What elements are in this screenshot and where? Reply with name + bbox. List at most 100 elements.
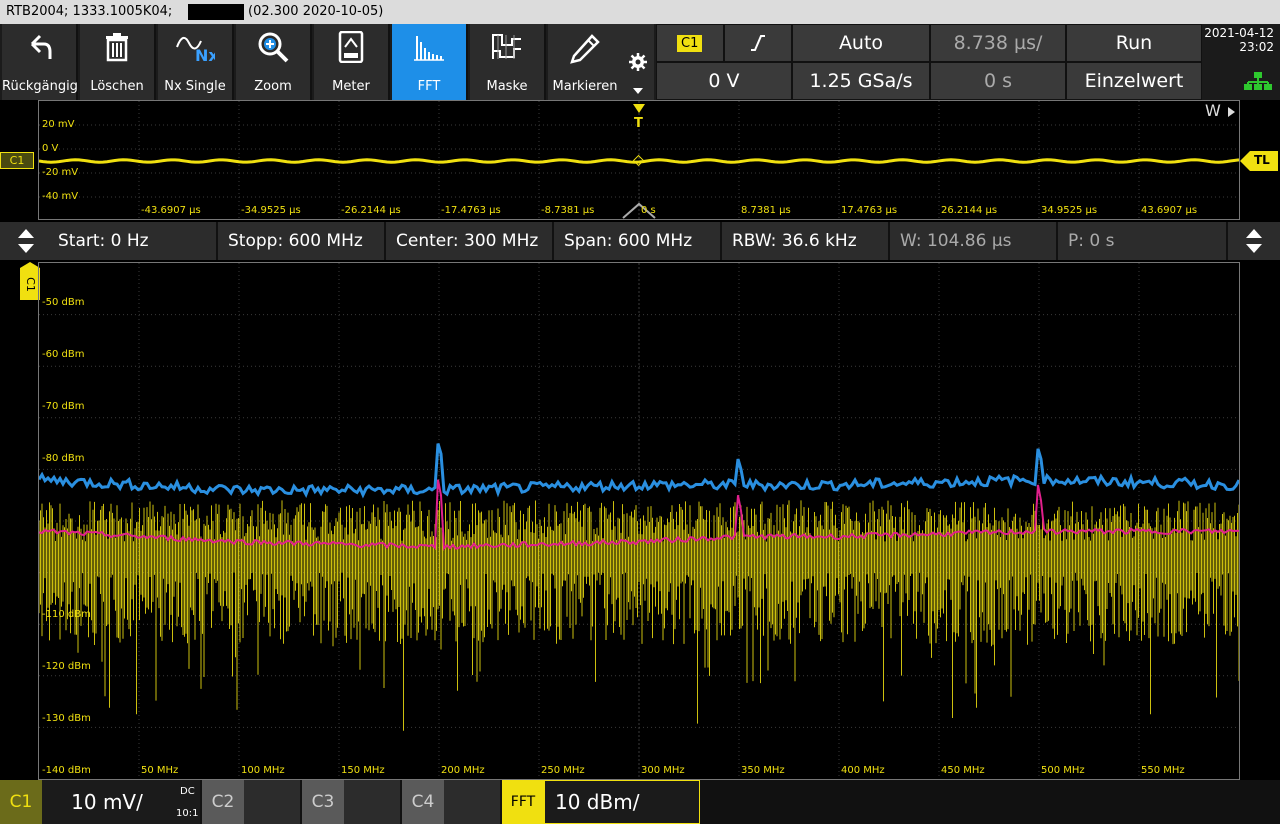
fft-spectrum-chart — [39, 263, 1239, 779]
waveform-overview[interactable]: 20 mV 0 V -20 mV -40 mV -43.6907 µs -34.… — [38, 100, 1240, 220]
zoom-label: Zoom — [254, 79, 292, 94]
channel-c3-tab[interactable]: C3 — [302, 780, 344, 824]
mask-label: Maske — [486, 79, 528, 94]
fft-scroll-right[interactable] — [1232, 222, 1280, 260]
run-state-cell[interactable]: Run — [1066, 24, 1202, 62]
c1-waveform — [39, 158, 1239, 164]
redacted-serial — [188, 4, 244, 20]
fft-y-label: -60 dBm — [42, 349, 85, 360]
wave-x-label: -17.4763 µs — [441, 205, 501, 216]
delete-label: Löschen — [90, 79, 144, 94]
settings-button[interactable] — [622, 24, 654, 100]
meter-button[interactable]: Meter — [314, 24, 390, 100]
channel-c1-coupling-box: DC 10:1 — [172, 780, 200, 824]
trigger-level-cell[interactable]: 0 V — [656, 62, 792, 100]
marker-label: Markieren — [552, 79, 618, 94]
date-time: 2021-04-12 23:02 — [1202, 24, 1280, 100]
fft-x-label: 150 MHz — [341, 765, 385, 776]
chevron-down-icon — [633, 88, 643, 94]
toolbar: Rückgängig Löschen Nx Nx Single Zoom Met… — [0, 24, 1280, 100]
fft-scroll-left[interactable] — [0, 222, 48, 260]
fft-x-label: 250 MHz — [541, 765, 585, 776]
up-down-arrows-icon — [18, 229, 34, 253]
fft-y-label: -120 dBm — [42, 661, 91, 672]
nx-single-label: Nx Single — [164, 79, 226, 94]
sample-rate-cell[interactable]: 1.25 GSa/s — [792, 62, 930, 100]
fft-x-label: 450 MHz — [941, 765, 985, 776]
fft-button[interactable]: FFT — [392, 24, 468, 100]
delete-button[interactable]: Löschen — [80, 24, 156, 100]
wave-x-label: -8.7381 µs — [541, 205, 595, 216]
channel-c1-scale[interactable]: 10 mV/ — [42, 780, 172, 824]
fft-x-label: 100 MHz — [241, 765, 285, 776]
fft-x-label: 200 MHz — [441, 765, 485, 776]
undo-button[interactable]: Rückgängig — [2, 24, 78, 100]
fft-stop[interactable]: Stopp: 600 MHz — [218, 222, 386, 260]
trash-icon — [80, 30, 154, 64]
mask-icon — [470, 30, 544, 64]
gear-icon — [629, 53, 647, 71]
trigger-level-marker[interactable]: TL — [1240, 151, 1278, 171]
meter-icon — [314, 30, 388, 64]
title-bar: RTB2004; 1333.1005K04; (02.300 2020-10-0… — [0, 0, 1280, 24]
fft-label: FFT — [417, 79, 441, 94]
undo-icon — [2, 30, 76, 64]
channel-bar: C1 10 mV/ DC 10:1 C2 C3 C4 FFT 10 dBm/ — [0, 780, 1280, 824]
marker-button[interactable]: Markieren — [548, 24, 624, 100]
fft-x-label: 300 MHz — [641, 765, 685, 776]
channel-c2-tab[interactable]: C2 — [202, 780, 244, 824]
channel-c2-scale[interactable] — [244, 780, 300, 824]
trigger-slope-cell[interactable] — [724, 24, 792, 62]
fft-x-label: 50 MHz — [141, 765, 179, 776]
fft-y-label: -110 dBm — [42, 609, 91, 620]
date: 2021-04-12 — [1204, 26, 1274, 40]
fft-y-label: -50 dBm — [42, 297, 85, 308]
window-arrow-icon — [1228, 107, 1235, 117]
wave-y-label: -20 mV — [42, 167, 79, 178]
trigger-mode-cell[interactable]: Auto — [792, 24, 930, 62]
fft-scale[interactable]: 10 dBm/ — [544, 780, 700, 824]
horizontal-position-cell[interactable]: 0 s — [930, 62, 1066, 100]
device-id: RTB2004; 1333.1005K04; — [6, 4, 173, 19]
wave-x-label: 34.9525 µs — [1041, 205, 1098, 216]
channel-c3-scale[interactable] — [344, 780, 400, 824]
fft-start[interactable]: Start: 0 Hz — [48, 222, 218, 260]
wave-x-label: 17.4763 µs — [841, 205, 898, 216]
fft-x-label: 500 MHz — [1041, 765, 1085, 776]
nx-single-icon: Nx — [158, 30, 232, 64]
wave-channel-marker[interactable]: C1 — [0, 152, 34, 169]
fft-rbw[interactable]: RBW: 36.6 kHz — [722, 222, 890, 260]
time-div-cell[interactable]: 8.738 µs/ — [930, 24, 1066, 62]
network-icon — [1244, 72, 1272, 90]
wave-y-label: 0 V — [42, 143, 59, 154]
trigger-source-cell[interactable]: C1 — [656, 24, 724, 62]
acquisition-mode-cell[interactable]: Einzelwert — [1066, 62, 1202, 100]
fft-window[interactable]: W: 104.86 µs — [890, 222, 1058, 260]
zoom-button[interactable]: Zoom — [236, 24, 312, 100]
channel-c1-probe: 10:1 — [176, 808, 199, 819]
wave-x-label: 0 s — [641, 205, 656, 216]
window-label: W — [1205, 101, 1221, 120]
trigger-marker[interactable]: T — [634, 116, 643, 131]
fft-center[interactable]: Center: 300 MHz — [386, 222, 554, 260]
svg-text:Nx: Nx — [195, 46, 215, 63]
fft-position[interactable]: P: 0 s — [1058, 222, 1228, 260]
mask-button[interactable]: Maske — [470, 24, 546, 100]
nx-single-button[interactable]: Nx Nx Single — [158, 24, 234, 100]
fft-info-bar: Start: 0 Hz Stopp: 600 MHz Center: 300 M… — [0, 222, 1280, 260]
fft-tab[interactable]: FFT — [502, 780, 544, 824]
fft-channel-tag[interactable]: C1 — [20, 262, 40, 300]
fft-spectrum-panel[interactable]: -50 dBm -60 dBm -70 dBm -80 dBm -110 dBm… — [38, 262, 1240, 780]
channel-c4-scale[interactable] — [444, 780, 500, 824]
wave-y-label: 20 mV — [42, 119, 75, 130]
fft-y-label: -80 dBm — [42, 453, 85, 464]
wave-x-label: -34.9525 µs — [241, 205, 301, 216]
channel-c4-tab[interactable]: C4 — [402, 780, 444, 824]
marker-icon — [548, 30, 622, 64]
trigger-level-label: TL — [1254, 153, 1270, 167]
channel-c1-tab[interactable]: C1 — [0, 780, 42, 824]
undo-label: Rückgängig — [2, 79, 78, 94]
wave-x-label: -26.2144 µs — [341, 205, 401, 216]
fft-span[interactable]: Span: 600 MHz — [554, 222, 722, 260]
channel-c1-coupling: DC — [180, 786, 195, 797]
